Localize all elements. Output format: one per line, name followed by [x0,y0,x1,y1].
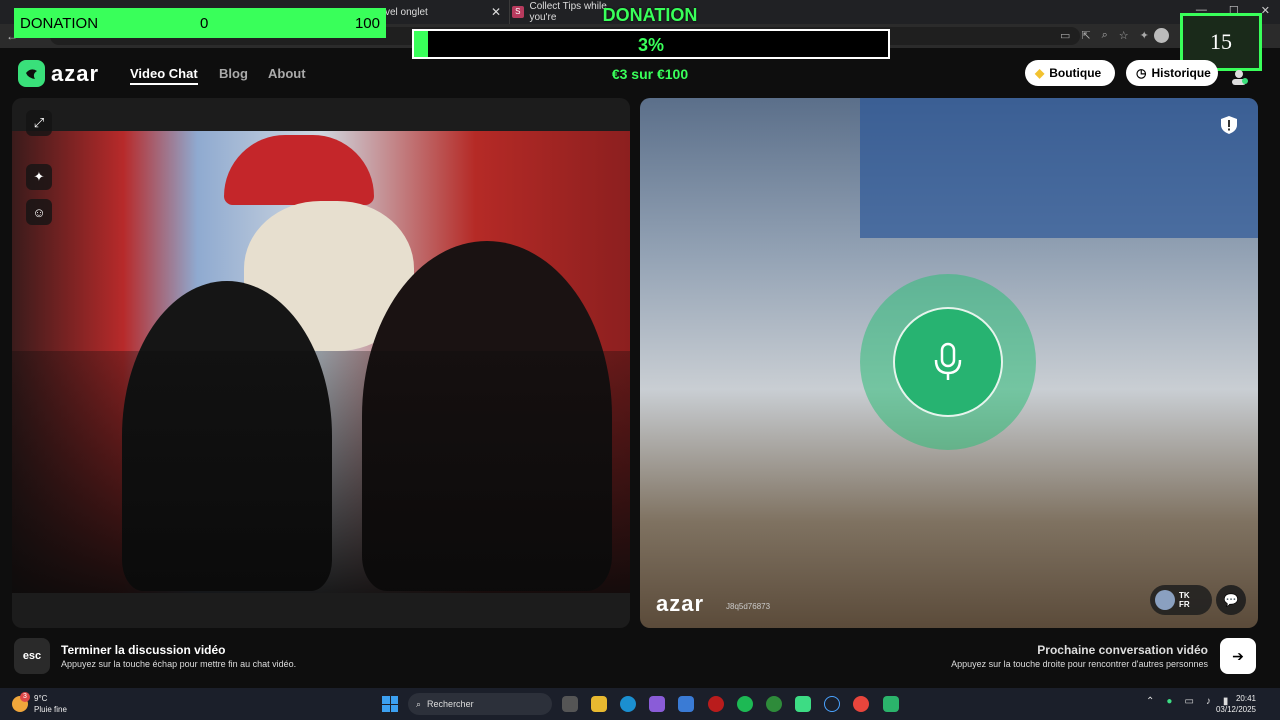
peer-name: TK [1179,591,1190,600]
zoom-icon[interactable]: ⌕ [1102,29,1108,42]
boutique-label: Boutique [1049,66,1102,80]
local-video-panel: ⤢ ✦ ☺ [12,98,630,628]
chat-bubble-icon[interactable]: 💬 [1216,585,1246,615]
remote-video-feed [860,98,1258,238]
next-chat-hint: Appuyez sur la touche droite pour rencon… [951,659,1208,669]
app-icon[interactable] [883,696,899,712]
app-icon[interactable] [708,696,724,712]
azar-logo-icon [18,60,45,87]
weather-widget[interactable]: 3 9°C Pluie fine [12,692,67,715]
xbox-icon[interactable] [766,696,782,712]
microphone-icon [934,342,962,380]
donation-summary: €3 sur €100 [611,66,689,82]
profile-avatar[interactable] [1154,28,1169,43]
task-view-icon[interactable] [562,696,578,712]
close-window-icon[interactable]: ✕ [1261,4,1270,17]
remote-video-panel: azar J8q5d76873 TK FR 💬 [640,98,1258,628]
historique-button[interactable]: ◷ Historique [1126,60,1218,86]
store-icon[interactable] [678,696,694,712]
taskbar-clock[interactable]: 20:41 03/12/2025 [1216,693,1256,715]
next-chat-button[interactable]: ➔ [1220,638,1256,674]
azar-logo[interactable]: azar [18,60,99,87]
weather-desc: Pluie fine [34,705,67,714]
logo-text: azar [51,60,100,86]
volume-icon[interactable]: ♪ [1206,696,1211,707]
date: 03/12/2025 [1215,705,1256,714]
donation-target: 100 [354,14,380,32]
donation-label: DONATION [20,14,99,32]
local-video-feed [12,131,630,593]
user-icon[interactable] [1230,69,1248,85]
weather-badge: 3 [20,692,30,702]
historique-label: Historique [1151,66,1211,80]
gem-icon: ◆ [1035,66,1045,80]
copilot-icon[interactable] [649,696,665,712]
expand-icon[interactable]: ⤢ [26,110,52,136]
tab-title: vel onglet [385,6,428,18]
peer-country: FR [1179,600,1190,609]
donation-progress-bar: 3% [412,29,890,59]
taskbar-search[interactable]: ⌕ Rechercher [408,693,552,715]
search-icon: ⌕ [416,698,422,709]
spotify-icon[interactable] [737,696,753,712]
end-chat-hint: Appuyez sur la touche échap pour mettre … [61,659,297,669]
donation-current: 0 [200,14,209,32]
close-icon[interactable]: ✕ [491,5,501,19]
share-icon[interactable]: ⇱ [1081,29,1090,42]
clock-icon: ◷ [1136,66,1147,80]
chevron-up-icon[interactable]: ⌃ [1146,696,1154,707]
emoji-icon[interactable]: ☺ [26,199,52,225]
peer-avatar [1155,590,1175,610]
windows-start-icon[interactable] [382,696,398,712]
microphone-button[interactable] [893,307,1003,417]
next-chat-title: Prochaine conversation vidéo [1037,643,1208,657]
video-scene [224,135,374,205]
donation-counter-box: DONATION 0 100 [14,8,386,38]
chrome-icon[interactable] [853,696,869,712]
report-shield-icon[interactable] [1220,115,1238,135]
boutique-button[interactable]: ◆ Boutique [1025,60,1115,86]
video-scene [12,351,630,593]
favicon-icon: S [512,6,524,18]
effects-sparkle-icon[interactable]: ✦ [26,164,52,190]
nav-about[interactable]: About [268,66,306,81]
extensions-icon[interactable]: ✦ [1140,29,1149,42]
star-icon[interactable]: ☆ [1119,29,1129,42]
app-icon[interactable] [795,696,811,712]
time: 20:41 [1235,694,1256,703]
app-icon[interactable] [824,696,840,712]
camera-icon[interactable]: ▭ [1060,29,1070,42]
donation-title: DONATION [602,5,698,25]
browser-tab-new[interactable]: vel onglet ✕ [375,0,510,24]
network-icon[interactable]: ▭ [1184,696,1193,707]
peer-id: J8q5d76873 [726,602,771,611]
windows-taskbar: 3 9°C Pluie fine ⌕ Rechercher ⌃ ● ▭ ♪ ▮ … [0,688,1280,720]
nav-video-chat[interactable]: Video Chat [130,66,198,85]
donation-percent: 3% [637,35,664,55]
esc-key-button[interactable]: esc [14,638,50,674]
temperature: 9°C [34,694,48,703]
weather-icon: 3 [12,692,30,712]
nav-blog[interactable]: Blog [219,66,248,81]
end-chat-title: Terminer la discussion vidéo [61,643,226,657]
edge-browser-icon[interactable] [620,696,636,712]
address-bar-icons: ▭ ⇱ ⌕ ☆ ✦ [1060,29,1149,42]
file-explorer-icon[interactable] [591,696,607,712]
azar-watermark: azar [656,591,705,616]
mic-tray-icon[interactable]: ● [1166,696,1172,707]
arrow-right-icon: ➔ [1232,647,1244,664]
peer-badge[interactable]: TK FR [1150,585,1212,615]
search-placeholder: Rechercher [427,699,474,709]
